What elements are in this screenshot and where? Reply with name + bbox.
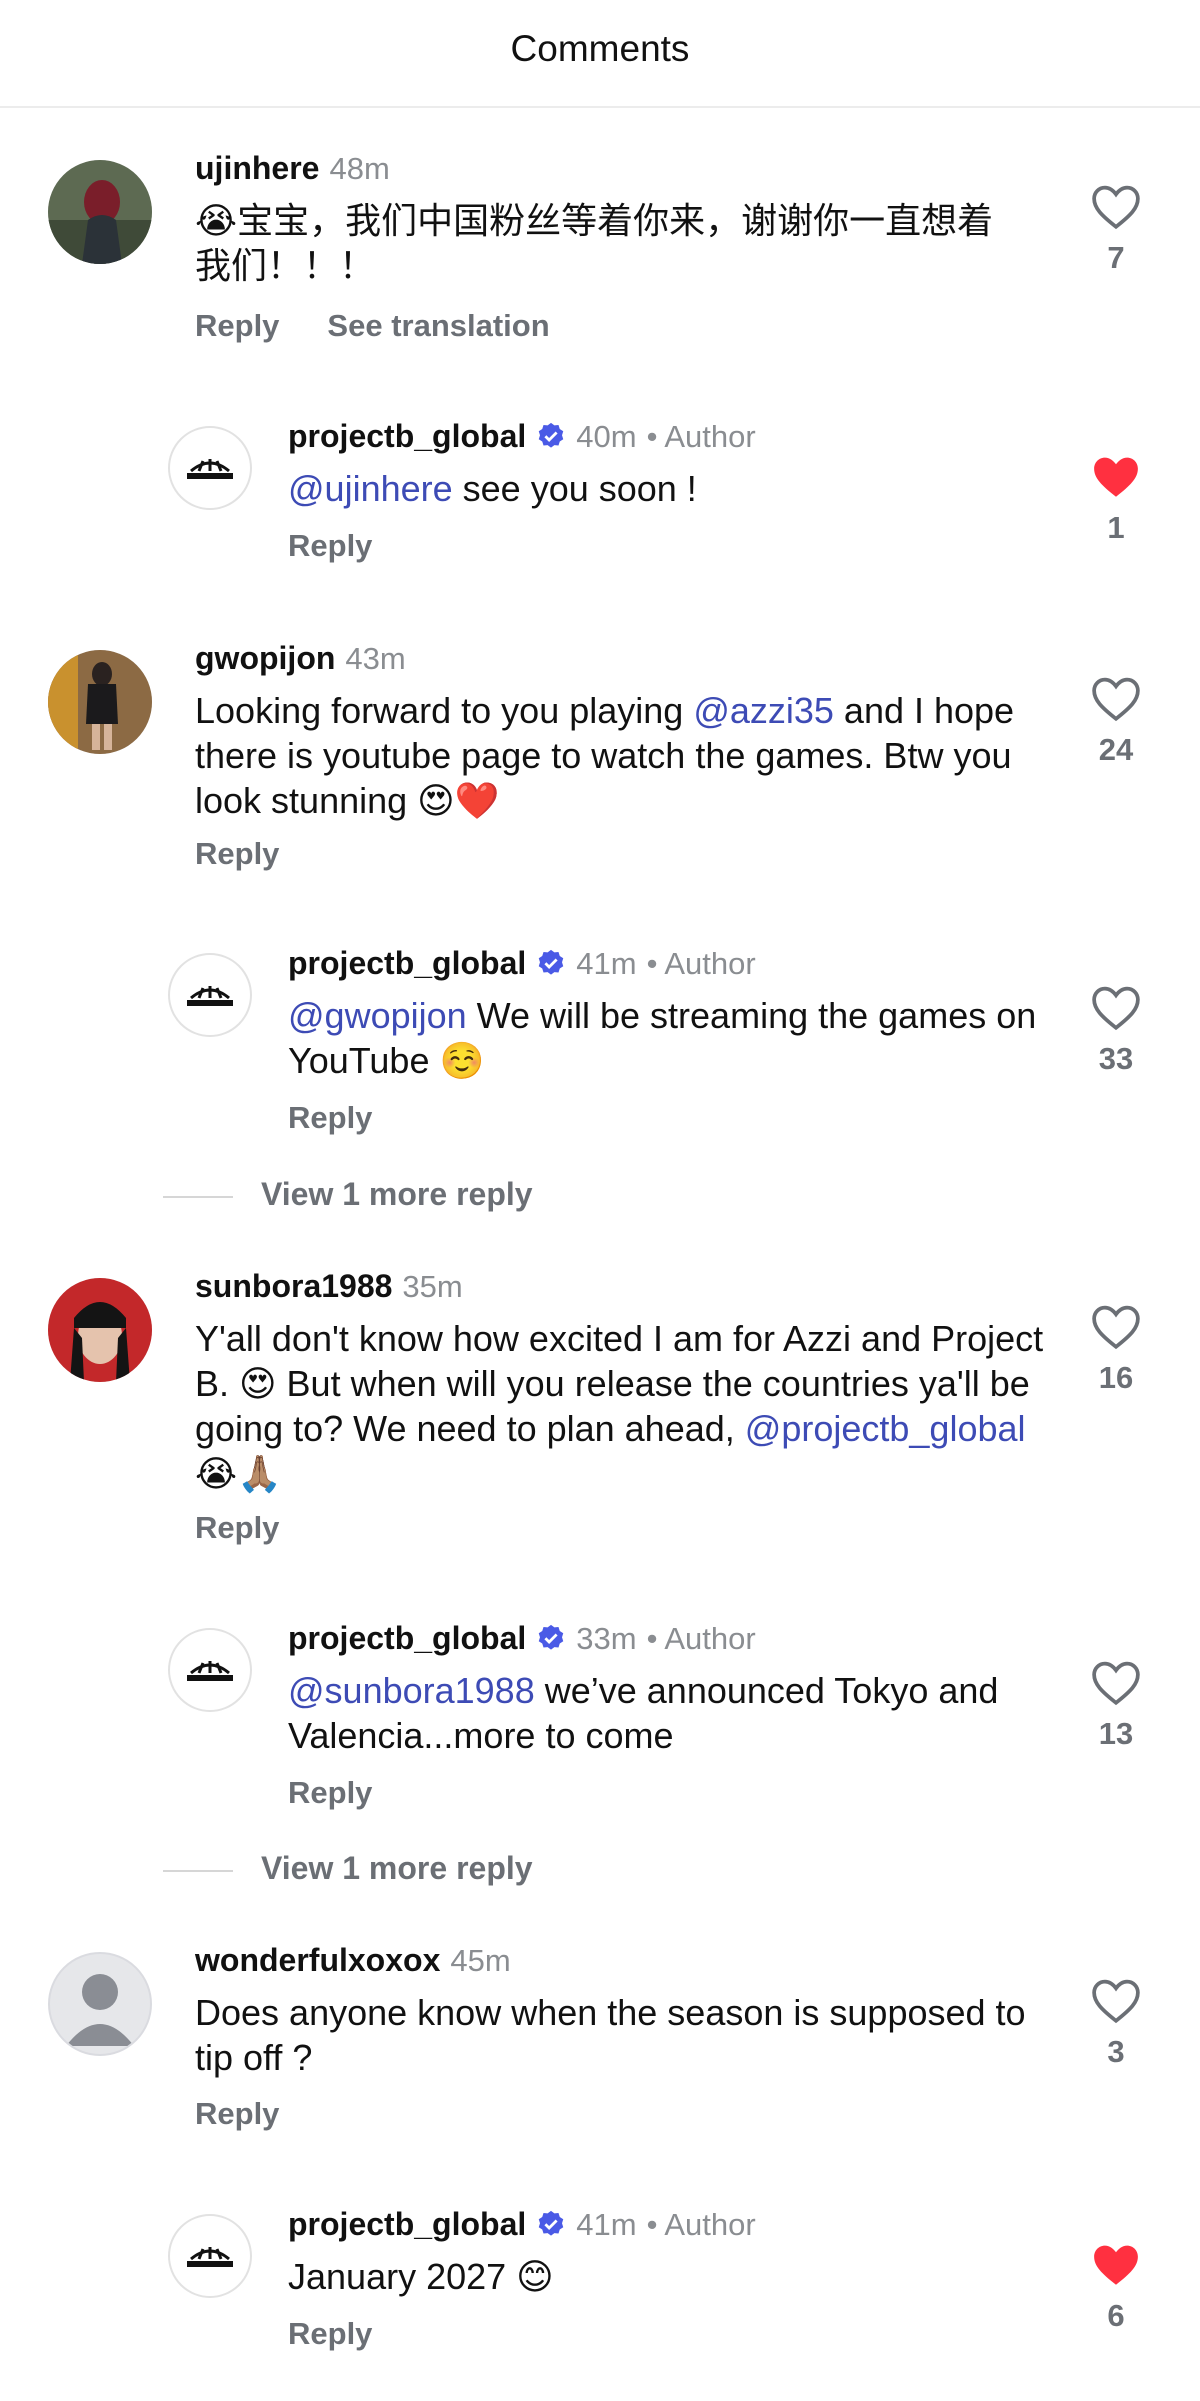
verified-badge-icon [539,422,564,448]
comment-text: Does anyone know when the season is supp… [195,1990,1055,2080]
comment-text: January 2027 😊 [288,2254,1048,2299]
comment-text: @ujinhere see you soon ! [288,466,1048,511]
reply-button[interactable]: Reply [195,1510,279,1545]
mention-link[interactable]: @gwopijon [288,995,467,1036]
comment-body: Does anyone know when the season is supp… [195,1992,1026,2078]
avatar[interactable] [168,953,252,1037]
verified-badge-icon [539,2210,564,2236]
like-count: 3 [1107,2034,1125,2069]
comment-body: 😭🙏🏽 [195,1453,282,1494]
heart-outline-icon[interactable] [1091,676,1141,722]
projectb-logo-icon [187,1661,233,1681]
reply-button[interactable]: Reply [195,2096,279,2131]
timestamp: 48m [329,151,390,186]
timestamp: 43m [345,641,406,676]
timestamp: 41m [576,2207,637,2242]
avatar[interactable] [168,426,252,510]
page-title: Comments [510,28,690,69]
username[interactable]: gwopijon [195,640,335,676]
like-control[interactable]: 13 [1076,1660,1156,1752]
like-control[interactable]: 7 [1076,184,1156,276]
view-more-replies[interactable]: View 1 more reply [163,1176,533,1213]
like-count: 7 [1107,240,1125,275]
heart-outline-icon[interactable] [1091,1660,1141,1706]
like-control[interactable]: 33 [1076,985,1156,1077]
mention-link[interactable]: @sunbora1988 [288,1670,535,1711]
comment-text: Looking forward to you playing @azzi35 a… [195,688,1055,823]
avatar[interactable] [48,1952,152,2056]
heart-outline-icon[interactable] [1091,1304,1141,1350]
author-badge: • Author [646,419,756,454]
username[interactable]: sunbora1988 [195,1268,392,1304]
comment-text-line: 😭宝宝，我们中国粉丝等着你来，谢谢你一直想着 [195,200,994,241]
username[interactable]: projectb_global [288,1620,526,1656]
author-badge: • Author [646,946,756,981]
see-translation-button[interactable]: See translation [327,308,549,343]
heart-outline-icon[interactable] [1091,985,1141,1031]
timestamp: 33m [576,1621,637,1656]
avatar[interactable] [48,1278,152,1382]
timestamp: 41m [576,946,637,981]
thread-line [163,1195,233,1198]
comment-text-line: 我们！！！ [195,245,376,286]
verified-badge-icon [539,1624,564,1650]
mention-link[interactable]: @projectb_global [745,1408,1026,1449]
mention-link[interactable]: @azzi35 [693,690,834,731]
username[interactable]: ujinhere [195,150,319,186]
view-more-label[interactable]: View 1 more reply [261,1176,533,1212]
reply-button[interactable]: Reply [195,308,279,343]
timestamp: 40m [576,419,637,454]
username[interactable]: projectb_global [288,418,526,454]
reply-button[interactable]: Reply [288,1100,372,1135]
view-more-label[interactable]: View 1 more reply [261,1850,533,1886]
avatar[interactable] [168,2214,252,2298]
heart-outline-icon[interactable] [1091,1978,1141,2024]
like-control[interactable]: 24 [1076,676,1156,768]
comment-text: Y'all don't know how excited I am for Az… [195,1316,1055,1496]
comment-body: January 2027 😊 [288,2256,554,2297]
projectb-logo-icon [187,2247,233,2267]
like-count: 24 [1098,732,1134,767]
username[interactable]: wonderfulxoxox [195,1942,440,1978]
projectb-logo-icon [187,986,233,1006]
reply-button[interactable]: Reply [195,836,279,871]
verified-badge-icon [539,949,564,975]
author-badge: • Author [646,2207,756,2242]
heart-outline-icon[interactable] [1091,184,1141,230]
default-avatar-icon [66,1974,134,2046]
reply-button[interactable]: Reply [288,2316,372,2351]
username[interactable]: projectb_global [288,2206,526,2242]
author-badge: • Author [646,1621,756,1656]
like-count: 33 [1098,1041,1134,1076]
timestamp: 35m [402,1269,463,1304]
comment-body: see you soon ! [452,468,697,509]
comment-text: @sunbora1988 we’ve announced Tokyo and V… [288,1668,1058,1758]
mention-link[interactable]: @ujinhere [288,468,453,509]
comment-body: Looking forward to you playing [195,690,694,731]
heart-filled-icon[interactable] [1091,2242,1141,2288]
like-count: 1 [1107,510,1125,545]
avatar[interactable] [48,160,152,264]
like-count: 6 [1107,2298,1125,2333]
username[interactable]: projectb_global [288,945,526,981]
comment-text: @gwopijon We will be streaming the games… [288,993,1048,1083]
like-control[interactable]: 16 [1076,1304,1156,1396]
avatar[interactable] [48,650,152,754]
projectb-logo-icon [187,459,233,479]
like-control[interactable]: 1 [1076,454,1156,546]
like-count: 13 [1098,1716,1134,1751]
like-control[interactable]: 3 [1076,1978,1156,2070]
like-control[interactable]: 6 [1076,2242,1156,2334]
like-count: 16 [1098,1360,1134,1395]
reply-button[interactable]: Reply [288,1775,372,1810]
thread-line [163,1869,233,1872]
comment-text: 😭宝宝，我们中国粉丝等着你来，谢谢你一直想着 我们！！！ [195,198,1055,288]
comments-header: Comments [0,0,1200,108]
heart-filled-icon[interactable] [1091,454,1141,500]
reply-button[interactable]: Reply [288,528,372,563]
avatar[interactable] [168,1628,252,1712]
view-more-replies[interactable]: View 1 more reply [163,1850,533,1887]
timestamp: 45m [450,1943,511,1978]
